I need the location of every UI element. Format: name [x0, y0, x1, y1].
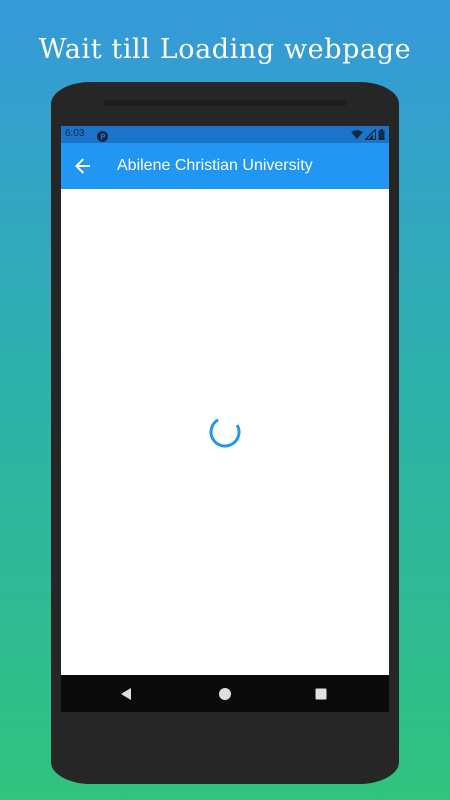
arrow-back-icon[interactable] [71, 154, 95, 178]
phone-screen: 6:03 Abilene Christian University [61, 126, 389, 712]
phone-frame: 6:03 Abilene Christian University [51, 82, 399, 784]
battery-icon [378, 129, 385, 140]
nav-back-triangle-icon[interactable] [119, 686, 135, 702]
wifi-icon [351, 130, 363, 139]
app-notification-icon [97, 129, 108, 142]
cellular-signal-icon [365, 129, 376, 140]
status-time: 6:03 [65, 128, 85, 139]
nav-recents-square-icon[interactable] [313, 686, 329, 702]
promo-headline: Wait till Loading webpage [38, 34, 412, 65]
status-icons [349, 129, 385, 140]
phone-speaker [103, 100, 347, 106]
app-bar: Abilene Christian University [61, 143, 389, 189]
webview-content[interactable] [61, 189, 389, 675]
page-title: Abilene Christian University [117, 157, 313, 174]
nav-home-circle-icon[interactable] [217, 686, 233, 702]
status-bar: 6:03 [61, 126, 389, 143]
system-nav-bar [61, 675, 389, 712]
loading-spinner-icon [208, 415, 242, 449]
